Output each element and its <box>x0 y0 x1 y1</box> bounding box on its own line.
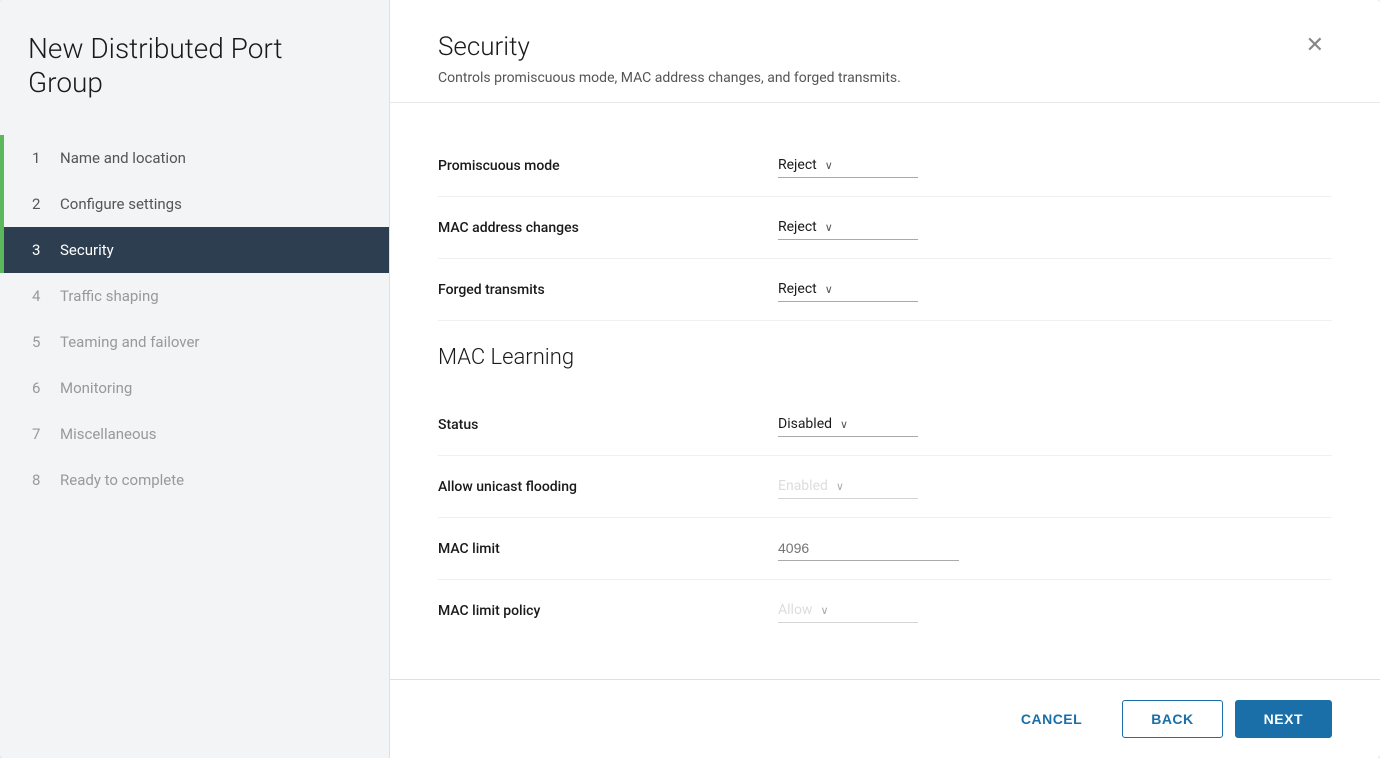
status-select[interactable]: Disabled ∨ <box>778 412 918 437</box>
step-num-6: 6 <box>32 379 48 397</box>
sidebar-item-miscellaneous[interactable]: 7 Miscellaneous <box>0 411 389 457</box>
forged-transmits-value: Reject <box>778 281 817 297</box>
sidebar-item-teaming-failover[interactable]: 5 Teaming and failover <box>0 319 389 365</box>
form-control-mac-limit <box>778 536 1332 561</box>
mac-limit-policy-chevron-icon: ∨ <box>820 604 828 617</box>
step-label-7: Miscellaneous <box>60 425 157 443</box>
form-label-status: Status <box>438 417 778 433</box>
content-header-left: Security Controls promiscuous mode, MAC … <box>438 32 901 86</box>
step-num-7: 7 <box>32 425 48 443</box>
close-button[interactable]: ✕ <box>1298 28 1332 62</box>
sidebar-item-ready[interactable]: 8 Ready to complete <box>0 457 389 503</box>
forged-transmits-select[interactable]: Reject ∨ <box>778 277 918 302</box>
step-label-5: Teaming and failover <box>60 333 200 351</box>
form-row-promiscuous: Promiscuous mode Reject ∨ <box>438 135 1332 197</box>
sidebar-item-monitoring[interactable]: 6 Monitoring <box>0 365 389 411</box>
unicast-flooding-value: Enabled <box>778 478 828 494</box>
next-button[interactable]: NEXT <box>1235 700 1332 738</box>
form-control-status: Disabled ∨ <box>778 412 1332 437</box>
form-control-forged-transmits: Reject ∨ <box>778 277 1332 302</box>
back-button[interactable]: BACK <box>1122 700 1222 738</box>
content-title: Security <box>438 32 901 62</box>
promiscuous-chevron-icon: ∨ <box>825 159 833 172</box>
dialog-body: New Distributed Port Group 1 Name and lo… <box>0 0 1380 758</box>
main-content: Security Controls promiscuous mode, MAC … <box>390 0 1380 758</box>
form-label-mac-limit-policy: MAC limit policy <box>438 603 778 619</box>
sidebar-item-configure-settings[interactable]: 2 Configure settings <box>0 181 389 227</box>
step-num-2: 2 <box>32 195 48 213</box>
form-area: Promiscuous mode Reject ∨ MAC address ch… <box>390 103 1380 679</box>
form-label-mac-changes: MAC address changes <box>438 220 778 236</box>
step-num-3: 3 <box>32 241 48 259</box>
dialog: New Distributed Port Group 1 Name and lo… <box>0 0 1380 758</box>
form-label-unicast-flooding: Allow unicast flooding <box>438 479 778 495</box>
form-control-unicast-flooding: Enabled ∨ <box>778 474 1332 499</box>
step-label-2: Configure settings <box>60 195 182 213</box>
cancel-button[interactable]: CANCEL <box>993 701 1110 737</box>
form-row-status: Status Disabled ∨ <box>438 394 1332 456</box>
form-row-mac-limit-policy: MAC limit policy Allow ∨ <box>438 580 1332 641</box>
sidebar-items: 1 Name and location 2 Configure settings… <box>0 135 389 503</box>
mac-address-changes-value: Reject <box>778 219 817 235</box>
form-row-mac-limit: MAC limit <box>438 518 1332 580</box>
step-label-3: Security <box>60 241 114 259</box>
form-control-mac-limit-policy: Allow ∨ <box>778 598 1332 623</box>
step-label-6: Monitoring <box>60 379 132 397</box>
mac-learning-title: MAC Learning <box>438 345 1332 370</box>
form-row-mac-changes: MAC address changes Reject ∨ <box>438 197 1332 259</box>
mac-address-changes-select[interactable]: Reject ∨ <box>778 215 918 240</box>
unicast-flooding-select[interactable]: Enabled ∨ <box>778 474 918 499</box>
step-label-1: Name and location <box>60 149 186 167</box>
sidebar-item-traffic-shaping[interactable]: 4 Traffic shaping <box>0 273 389 319</box>
sidebar-item-name-location[interactable]: 1 Name and location <box>0 135 389 181</box>
promiscuous-mode-select[interactable]: Reject ∨ <box>778 153 918 178</box>
step-label-8: Ready to complete <box>60 471 184 489</box>
step-num-5: 5 <box>32 333 48 351</box>
step-label-4: Traffic shaping <box>60 287 159 305</box>
form-label-mac-limit: MAC limit <box>438 541 778 557</box>
status-value: Disabled <box>778 416 832 432</box>
status-chevron-icon: ∨ <box>840 418 848 431</box>
sidebar-title: New Distributed Port Group <box>0 32 389 135</box>
forged-transmits-chevron-icon: ∨ <box>825 283 833 296</box>
form-control-mac-changes: Reject ∨ <box>778 215 1332 240</box>
form-control-promiscuous: Reject ∨ <box>778 153 1332 178</box>
mac-limit-policy-value: Allow <box>778 602 812 618</box>
mac-learning-section: MAC Learning Status Disabled ∨ <box>438 345 1332 641</box>
mac-limit-input[interactable] <box>778 536 959 561</box>
dialog-footer: CANCEL BACK NEXT <box>390 679 1380 758</box>
form-label-promiscuous: Promiscuous mode <box>438 158 778 174</box>
form-label-forged-transmits: Forged transmits <box>438 282 778 298</box>
step-num-1: 1 <box>32 149 48 167</box>
form-row-forged-transmits: Forged transmits Reject ∨ <box>438 259 1332 321</box>
step-num-4: 4 <box>32 287 48 305</box>
sidebar-item-security[interactable]: 3 Security <box>0 227 389 273</box>
mac-limit-policy-select[interactable]: Allow ∨ <box>778 598 918 623</box>
sidebar: New Distributed Port Group 1 Name and lo… <box>0 0 390 758</box>
promiscuous-mode-value: Reject <box>778 157 817 173</box>
form-row-unicast-flooding: Allow unicast flooding Enabled ∨ <box>438 456 1332 518</box>
content-header: Security Controls promiscuous mode, MAC … <box>390 0 1380 103</box>
unicast-flooding-chevron-icon: ∨ <box>836 480 844 493</box>
step-num-8: 8 <box>32 471 48 489</box>
mac-changes-chevron-icon: ∨ <box>825 221 833 234</box>
content-subtitle: Controls promiscuous mode, MAC address c… <box>438 70 901 86</box>
